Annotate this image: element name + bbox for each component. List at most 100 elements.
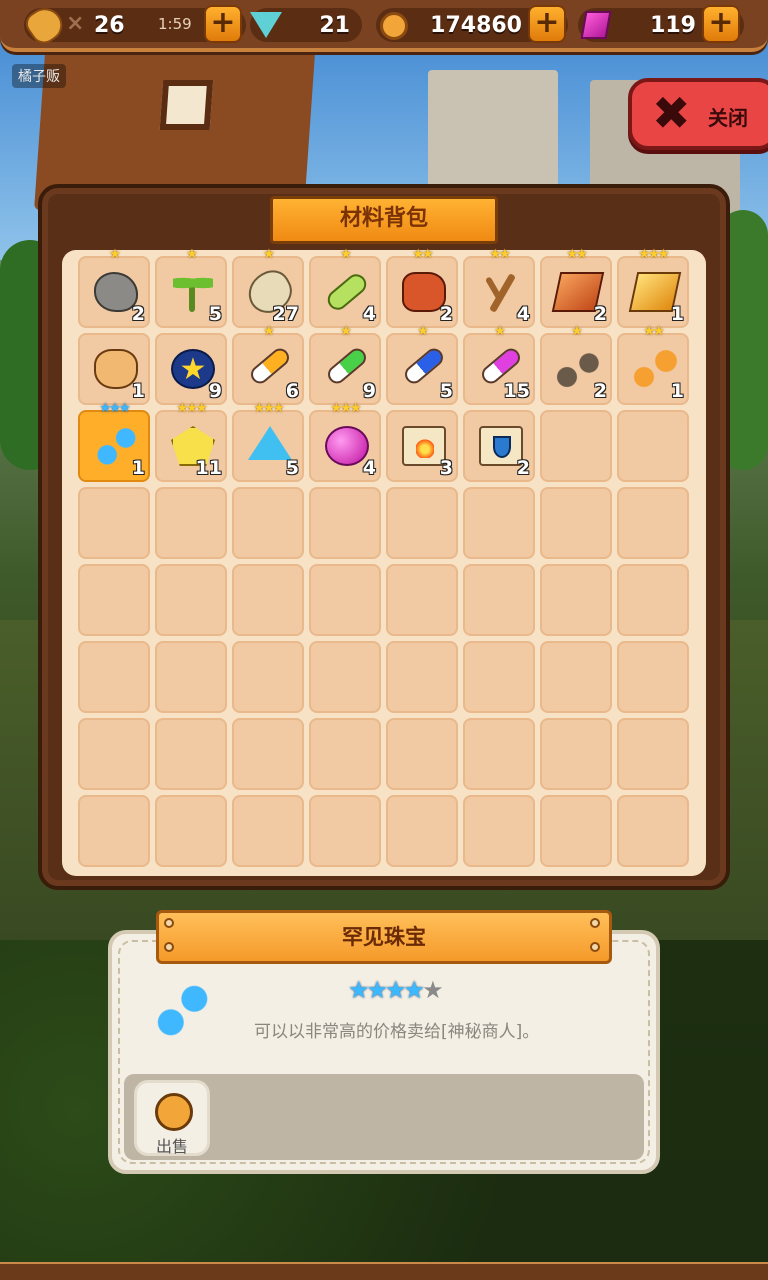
inventory-slot-wood-plank[interactable]: ★★ 2	[540, 248, 612, 328]
inventory-slot-green-vial[interactable]: ★ 9	[309, 325, 381, 405]
rarity-stars: ★★★	[330, 401, 362, 416]
item-count: 15	[503, 380, 530, 402]
item-count: 2	[593, 303, 607, 325]
add-bread-button[interactable]: +	[204, 5, 242, 43]
inventory-slot-red-ore[interactable]: ★★ 2	[386, 248, 458, 328]
rarity-stars: ★★	[643, 324, 664, 339]
inventory-slot-empty[interactable]	[155, 564, 227, 636]
rarity-stars: ★	[186, 247, 198, 262]
inventory-slot-empty[interactable]	[463, 641, 535, 713]
inventory-slot-blue-vial[interactable]: ★ 5	[386, 325, 458, 405]
inventory-slot-empty[interactable]	[463, 795, 535, 867]
inventory-slot-empty[interactable]	[386, 487, 458, 559]
rivet	[164, 942, 174, 952]
item-count: 2	[131, 303, 145, 325]
crystal-icon	[580, 11, 612, 39]
item-count: 3	[439, 457, 453, 479]
inventory-slot-orange-vial[interactable]: ★ 6	[232, 325, 304, 405]
bottom-border	[0, 1262, 768, 1280]
inventory-slot-sprout[interactable]: ★ 5	[155, 248, 227, 328]
item-count: 11	[195, 457, 222, 479]
inventory-slot-empty[interactable]	[78, 564, 150, 636]
inventory-slot-fire-scroll[interactable]: 3	[386, 410, 458, 482]
filled-stars: ★★★★	[348, 976, 425, 1004]
inventory-slot-empty[interactable]	[309, 718, 381, 790]
bread-count: 26	[94, 12, 125, 38]
inventory-slot-empty[interactable]	[540, 641, 612, 713]
inventory-slot-empty[interactable]	[309, 487, 381, 559]
close-button[interactable]: ✖ 关闭	[628, 78, 768, 150]
inventory-slot-empty[interactable]	[386, 718, 458, 790]
close-label: 关闭	[708, 106, 748, 130]
inventory-slot-empty[interactable]	[463, 564, 535, 636]
inventory-slot-spiral-shells[interactable]: ★★ 1	[617, 325, 689, 405]
inventory-slot-pink-vial[interactable]: ★ 15	[463, 325, 535, 405]
inventory-slot-empty[interactable]	[540, 487, 612, 559]
inventory-slot-empty[interactable]	[232, 564, 304, 636]
inventory-slot-empty[interactable]	[463, 487, 535, 559]
inventory-slot-star-orb[interactable]: ★ 9	[155, 333, 227, 405]
inventory-slot-empty[interactable]	[78, 487, 150, 559]
inventory-slot-empty[interactable]	[617, 564, 689, 636]
inventory-slot-empty[interactable]	[155, 718, 227, 790]
bag-title: 材料背包	[270, 196, 498, 244]
inventory-grid: ★ 2 ★ 5 ★ 27 ★ 4 ★★ 2 ★★ 4 ★★ 2 ★★★ 1 1 ★ 9 ★ 6 ★ 9 ★ 5 ★ 15 ★ 2 ★★ 1 ★…	[62, 248, 706, 876]
inventory-slot-empty[interactable]	[386, 641, 458, 713]
add-gold-button[interactable]: +	[528, 5, 566, 43]
sell-button[interactable]: 出售	[134, 1080, 210, 1156]
inventory-slot-empty[interactable]	[232, 487, 304, 559]
rarity-stars: ★★	[489, 247, 510, 262]
inventory-slot-egg-stone[interactable]: ★ 27	[232, 248, 304, 328]
inventory-slot-topaz[interactable]: ★★★ 11	[155, 402, 227, 482]
close-icon: ✖	[652, 86, 691, 140]
sell-label: 出售	[155, 1137, 188, 1156]
inventory-slot-empty[interactable]	[309, 564, 381, 636]
inventory-slot-empty[interactable]	[232, 718, 304, 790]
inventory-slot-empty[interactable]	[617, 487, 689, 559]
inventory-slot-blue-triangle[interactable]: ★★★ 5	[232, 402, 304, 482]
inventory-slot-branch[interactable]: ★★ 4	[463, 248, 535, 328]
inventory-slot-empty[interactable]	[309, 795, 381, 867]
inventory-slot-pink-orb[interactable]: ★★★ 4	[309, 402, 381, 482]
inventory-slot-empty[interactable]	[540, 718, 612, 790]
inventory-slot-empty[interactable]	[617, 410, 689, 482]
inventory-slot-empty[interactable]	[617, 641, 689, 713]
item-count: 9	[362, 380, 376, 402]
inventory-slot-empty[interactable]	[78, 641, 150, 713]
inventory-slot-empty[interactable]	[386, 795, 458, 867]
multiply-icon: ×	[66, 11, 85, 36]
inventory-slot-empty[interactable]	[78, 795, 150, 867]
inventory-slot-empty[interactable]	[155, 641, 227, 713]
inventory-slot-empty[interactable]	[155, 795, 227, 867]
inventory-slot-gold-bar[interactable]: ★★★ 1	[617, 248, 689, 328]
inventory-slot-empty[interactable]	[386, 564, 458, 636]
item-count: 4	[362, 303, 376, 325]
item-count: 4	[516, 303, 530, 325]
flame-icon	[416, 436, 434, 458]
inventory-slot-empty[interactable]	[540, 795, 612, 867]
inventory-slot-empty[interactable]	[617, 795, 689, 867]
inventory-slot-vegetable[interactable]: ★ 4	[309, 248, 381, 328]
inventory-slot-empty[interactable]	[309, 641, 381, 713]
inventory-slot-empty[interactable]	[232, 641, 304, 713]
coin-icon	[155, 1093, 193, 1131]
item-rarity-stars: ★★★★★	[348, 976, 444, 1004]
inventory-slot-empty[interactable]	[463, 718, 535, 790]
inventory-slot-empty[interactable]	[540, 564, 612, 636]
inventory-slot-pebbles[interactable]: ★ 2	[540, 325, 612, 405]
inventory-slot-empty[interactable]	[155, 487, 227, 559]
inventory-slot-sack[interactable]: 1	[78, 333, 150, 405]
item-count: 2	[516, 457, 530, 479]
inventory-slot-empty[interactable]	[232, 795, 304, 867]
inventory-slot-empty[interactable]	[617, 718, 689, 790]
inventory-slot-rock[interactable]: ★ 2	[78, 248, 150, 328]
rarity-stars: ★	[340, 324, 352, 339]
rarity-stars: ★★★	[99, 401, 131, 416]
inventory-slot-empty[interactable]	[78, 718, 150, 790]
rarity-stars: ★	[109, 247, 121, 262]
add-crystal-button[interactable]: +	[702, 5, 740, 43]
inventory-slot-water-drops[interactable]: ★★★ 1	[78, 402, 150, 482]
water-drops-icon	[154, 982, 210, 1038]
inventory-slot-shield-scroll[interactable]: 2	[463, 410, 535, 482]
inventory-slot-empty[interactable]	[540, 410, 612, 482]
